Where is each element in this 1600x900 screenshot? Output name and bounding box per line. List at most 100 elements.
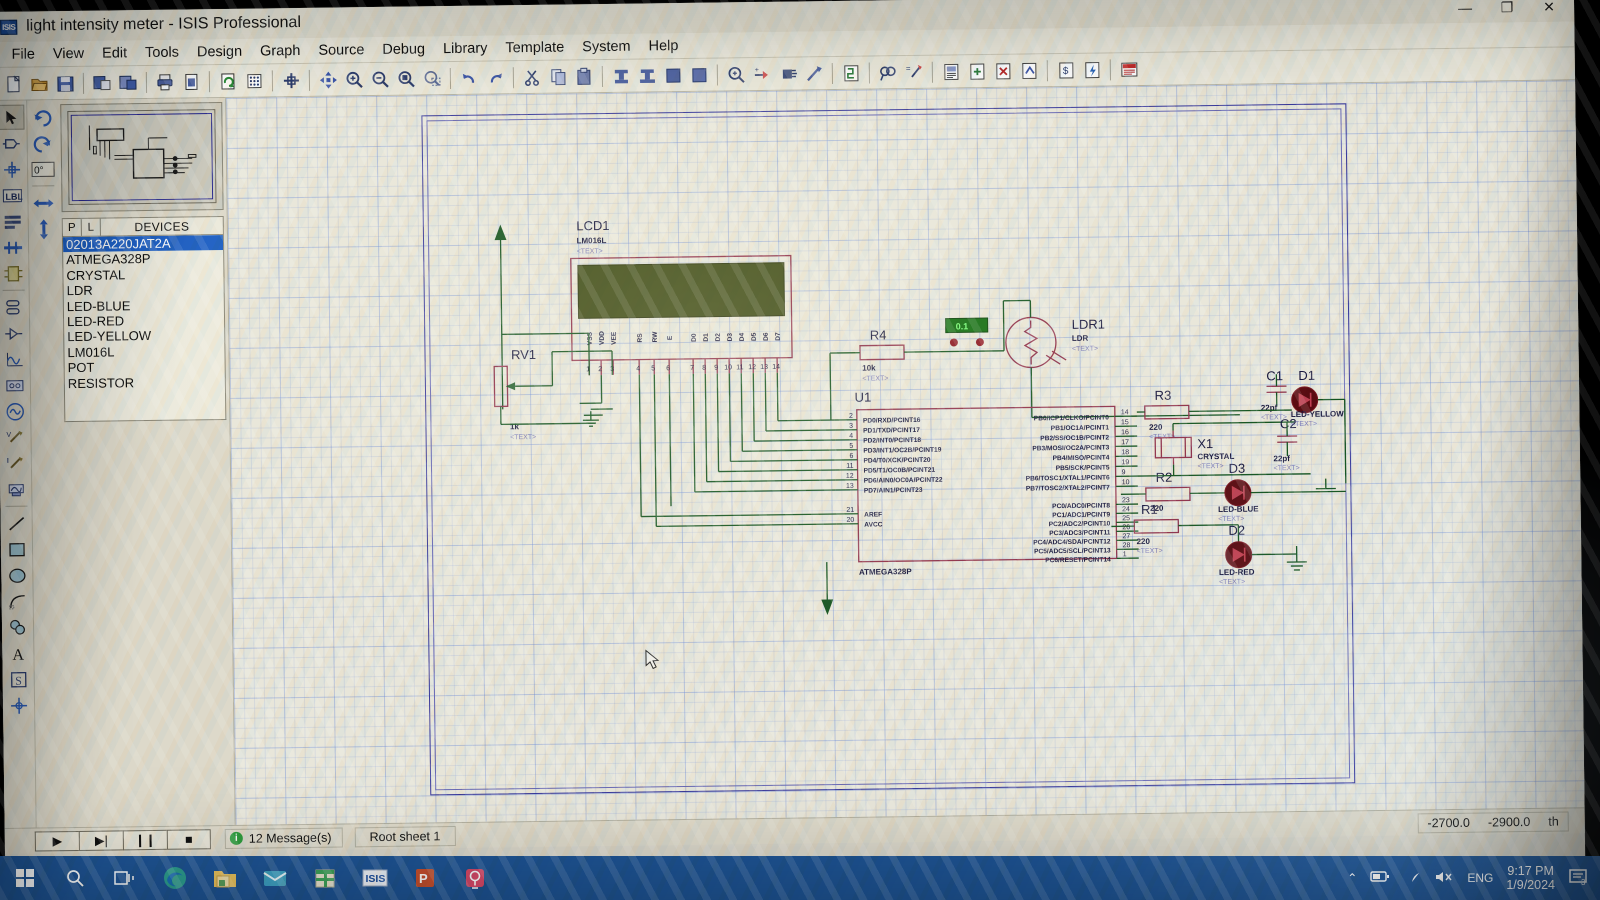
menu-edit[interactable]: Edit	[93, 43, 136, 64]
tape-recorder-icon[interactable]	[1, 373, 27, 398]
print-icon[interactable]	[153, 70, 177, 94]
toggle-grid-icon[interactable]	[242, 68, 266, 92]
print-area-icon[interactable]	[179, 69, 203, 93]
volume-muted-icon[interactable]	[1434, 870, 1454, 887]
erc-icon[interactable]	[1080, 57, 1104, 81]
origin-icon[interactable]	[279, 68, 303, 92]
zoom-all-icon[interactable]	[394, 66, 418, 90]
line-tool-icon[interactable]	[3, 511, 29, 536]
store-icon[interactable]	[300, 856, 350, 900]
mirror-horizontal-icon[interactable]	[30, 190, 56, 215]
paste-icon[interactable]	[572, 64, 596, 88]
task-view-icon[interactable]	[100, 856, 150, 900]
export-section-icon[interactable]	[116, 70, 140, 94]
app-icon[interactable]	[450, 856, 500, 900]
netlist-ares-icon[interactable]	[1117, 57, 1141, 81]
menu-template[interactable]: Template	[496, 37, 573, 58]
zoom-in-icon[interactable]	[342, 67, 366, 91]
step-button[interactable]: ▶|	[78, 829, 123, 851]
menu-debug[interactable]: Debug	[373, 39, 434, 60]
sheet-indicator[interactable]: Root sheet 1	[354, 825, 456, 847]
device-item-9[interactable]: RESISTOR	[65, 374, 225, 391]
message-status[interactable]: i 12 Message(s)	[224, 827, 343, 849]
bill-materials-icon[interactable]: $	[1054, 58, 1078, 82]
mail-icon[interactable]	[250, 856, 300, 900]
open-design-icon[interactable]	[27, 71, 51, 95]
block-rotate-icon[interactable]	[661, 63, 685, 87]
make-device-icon[interactable]: +	[750, 62, 774, 86]
pause-button[interactable]: ❙❙	[122, 829, 167, 850]
menu-design[interactable]: Design	[188, 41, 251, 62]
rotate-anticlockwise-icon[interactable]	[30, 130, 56, 155]
new-design-icon[interactable]	[1, 72, 25, 96]
box-tool-icon[interactable]	[3, 537, 29, 562]
restore-button[interactable]: ❐	[1486, 0, 1528, 21]
minimize-button[interactable]: —	[1444, 0, 1486, 22]
search-tag-icon[interactable]	[876, 60, 900, 84]
start-button-icon[interactable]	[0, 856, 50, 900]
devices-col-l[interactable]: L	[81, 218, 101, 236]
rotate-clockwise-icon[interactable]	[29, 104, 55, 129]
cut-icon[interactable]	[520, 65, 544, 89]
menu-file[interactable]: File	[2, 44, 44, 65]
file-explorer-icon[interactable]	[200, 856, 250, 900]
current-probe-icon[interactable]: I	[2, 451, 28, 476]
zoom-area-icon[interactable]	[420, 66, 444, 90]
pick-device-icon[interactable]	[724, 62, 748, 86]
virtual-instruments-icon[interactable]	[3, 477, 29, 502]
property-assignment-icon[interactable]: =	[902, 60, 926, 84]
devices-list[interactable]: 02013A220JAT2A ATMEGA328P CRYSTAL LDR LE…	[61, 235, 227, 423]
block-move-icon[interactable]	[635, 63, 659, 87]
packaging-tool-icon[interactable]	[776, 61, 800, 85]
stop-button[interactable]: ■	[166, 828, 211, 850]
notification-icon[interactable]: 3	[1568, 868, 1590, 889]
language-indicator[interactable]: ENG	[1467, 871, 1493, 885]
selection-mode-icon[interactable]	[0, 104, 25, 130]
wire-label-icon[interactable]: LBL	[0, 183, 25, 208]
terminals-icon[interactable]	[0, 295, 26, 320]
close-button[interactable]: ✕	[1528, 0, 1570, 21]
path-tool-icon[interactable]	[4, 615, 30, 640]
marker-tool-icon[interactable]	[5, 693, 31, 718]
remove-sheet-icon[interactable]	[991, 59, 1015, 83]
save-design-icon[interactable]	[53, 71, 77, 95]
block-delete-icon[interactable]	[687, 63, 711, 87]
clock[interactable]: 9:17 PM 1/9/2024	[1506, 864, 1555, 892]
subcircuit-icon[interactable]	[0, 261, 26, 286]
menu-source[interactable]: Source	[309, 40, 373, 61]
mirror-vertical-icon[interactable]	[31, 216, 57, 241]
menu-tools[interactable]: Tools	[136, 42, 188, 63]
refresh-icon[interactable]	[216, 69, 240, 93]
generator-icon[interactable]	[2, 399, 28, 424]
arc-tool-icon[interactable]	[4, 589, 30, 614]
battery-icon[interactable]	[1370, 870, 1390, 886]
copy-icon[interactable]	[546, 64, 570, 88]
new-sheet-icon[interactable]	[965, 59, 989, 83]
text-script-icon[interactable]	[0, 209, 25, 234]
device-pins-icon[interactable]	[1, 321, 27, 346]
exit-sheet-icon[interactable]	[1017, 58, 1041, 82]
block-copy-icon[interactable]	[609, 64, 633, 88]
edge-browser-icon[interactable]	[150, 856, 200, 900]
menu-graph[interactable]: Graph	[251, 40, 310, 61]
junction-dot-icon[interactable]	[0, 157, 25, 182]
symbol-tool-icon[interactable]: S	[5, 667, 31, 692]
design-explorer-icon[interactable]	[939, 59, 963, 83]
circle-tool-icon[interactable]	[4, 563, 30, 588]
play-button[interactable]: ▶	[34, 830, 79, 852]
wifi-icon[interactable]	[1403, 870, 1421, 887]
menu-system[interactable]: System	[573, 36, 640, 57]
voltage-probe-icon[interactable]: V	[2, 425, 28, 450]
wire-autorouter-icon[interactable]	[839, 61, 863, 85]
redo-icon[interactable]	[483, 65, 507, 89]
powerpoint-icon[interactable]: P	[400, 856, 450, 900]
menu-help[interactable]: Help	[639, 35, 687, 56]
devices-col-p[interactable]: P	[62, 218, 82, 237]
isis-taskbar-icon[interactable]: ISIS	[350, 856, 400, 900]
menu-view[interactable]: View	[44, 43, 93, 64]
overview-panel[interactable]	[60, 102, 224, 213]
import-section-icon[interactable]	[90, 70, 114, 94]
graph-icon[interactable]	[1, 347, 27, 372]
zoom-out-icon[interactable]	[368, 67, 392, 91]
rotation-value[interactable]: 0°	[30, 156, 56, 181]
